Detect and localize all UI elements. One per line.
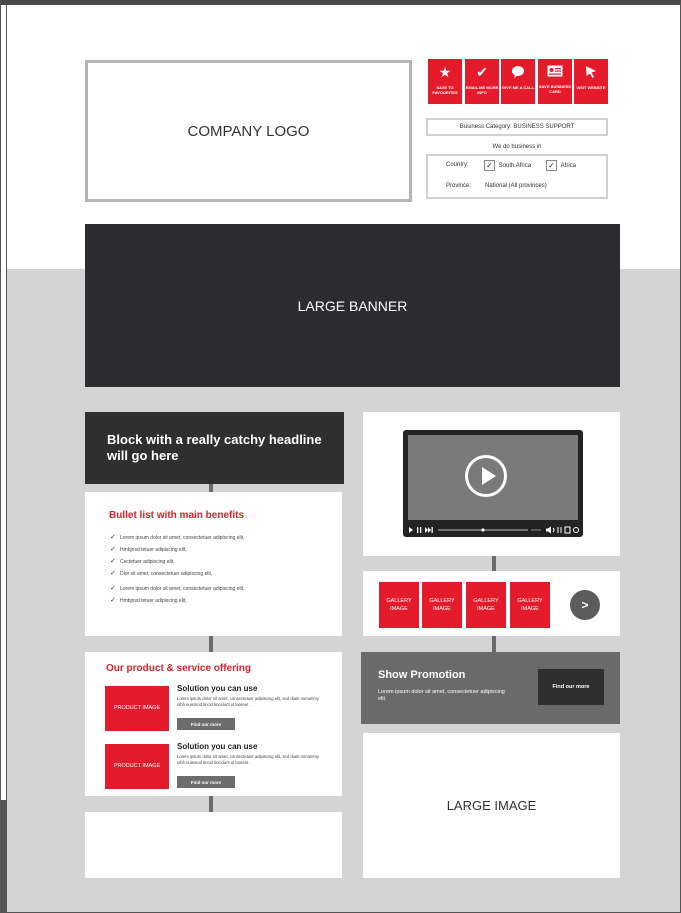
play-icon[interactable]	[465, 455, 507, 497]
give-me-a-call-button[interactable]: GIVE ME A CALL	[501, 59, 535, 104]
country-label: Country:	[446, 162, 469, 168]
email-me-more-info-button[interactable]: ✔ EMAIL ME MORE INFO	[465, 59, 499, 104]
large-banner: LARGE BANNER	[85, 224, 620, 387]
checkmark-icon: ✓	[110, 597, 116, 604]
products-title: Our product & service offering	[106, 663, 252, 674]
gallery-image[interactable]: GALLERY IMAGE	[422, 582, 462, 628]
chevron-right-icon: >	[581, 598, 589, 612]
email-me-more-info-label: EMAIL ME MORE INFO	[465, 85, 499, 95]
save-business-card-label: SAVE BUSINESS CARD	[538, 84, 572, 94]
give-me-a-call-label: GIVE ME A CALL	[501, 85, 535, 90]
checkbox-checked-icon: ✓	[484, 160, 495, 171]
cursor-icon	[574, 65, 608, 81]
save-to-favourites-label: SAVE TO FAVOURITES	[432, 85, 458, 95]
checkmark-icon: ✓	[110, 558, 116, 565]
visit-website-button[interactable]: VISIT WEBSITE	[574, 59, 608, 104]
business-category-text: Business Category: BUSINESS SUPPORT	[459, 124, 575, 130]
business-card-icon	[538, 65, 572, 81]
checkmark-icon: ✓	[110, 585, 116, 592]
promotion-title: Show Promotion	[378, 669, 466, 681]
solution-description: Lorem ipsum dolor sit amet, consectetuer…	[177, 754, 319, 765]
save-business-card-button[interactable]: SAVE BUSINESS CARD	[538, 59, 572, 104]
headline-text: Block with a really catchy headline will…	[107, 432, 322, 463]
company-logo: COMPANY LOGO	[85, 60, 412, 202]
gallery-image[interactable]: GALLERY IMAGE	[466, 582, 506, 628]
find-out-more-button[interactable]: Find our more	[177, 776, 235, 788]
solution-title: Solution you can use	[177, 684, 258, 693]
south-africa-label: South Africa	[498, 163, 532, 170]
product-image: PRODUCT IMAGE	[105, 686, 169, 731]
gallery-next-button[interactable]: >	[570, 590, 600, 620]
large-image: LARGE IMAGE	[363, 733, 620, 878]
product-image: PRODUCT IMAGE	[105, 744, 169, 789]
promotion-description: Lorem ipsum dolor sit amet, consectetuer…	[378, 689, 505, 702]
solution-description: Lorem ipsum dolor sit amet, consectetuer…	[177, 696, 319, 707]
list-item: ✓ Lorem ipsum dolor sit amet, consectetue…	[110, 534, 245, 541]
country-option-africa[interactable]: ✓ Africa	[546, 160, 576, 171]
list-item: ✓ Lorem ipsum dolor sit amet, consectetue…	[110, 585, 245, 592]
speech-bubble-icon	[501, 65, 535, 81]
save-to-favourites-button[interactable]: ★ SAVE TO FAVOURITES	[428, 59, 462, 104]
province-label: Province:	[446, 183, 472, 189]
list-item: ✓ Dlor sit amet, consectetuer adipiscing …	[110, 570, 213, 577]
business-category: Business Category: BUSINESS SUPPORT	[426, 118, 608, 136]
checkmark-icon: ✓	[110, 570, 116, 577]
large-image-label: LARGE IMAGE	[446, 798, 537, 813]
gallery-image[interactable]: GALLERY IMAGE	[379, 582, 419, 628]
left-edge	[0, 0, 7, 800]
headline-block: Block with a really catchy headline will…	[85, 412, 344, 484]
company-logo-label: COMPANY LOGO	[187, 122, 310, 140]
left-edge-dark	[0, 800, 7, 913]
video-player[interactable]	[403, 430, 583, 537]
connector	[209, 796, 213, 812]
checkbox-checked-icon: ✓	[546, 160, 557, 171]
find-out-more-button[interactable]: Find our more	[177, 718, 235, 730]
list-item: ✓ Cectetuer adipiscing elit,	[110, 558, 175, 565]
solution-title: Solution you can use	[177, 742, 258, 751]
checkmark-icon: ✓	[110, 546, 116, 553]
large-banner-label: LARGE BANNER	[297, 297, 408, 314]
checkmark-icon: ✓	[110, 534, 116, 541]
africa-label: Africa	[560, 163, 577, 170]
checkmark-icon: ✔	[476, 64, 488, 80]
connector	[492, 636, 496, 652]
country-option-south-africa[interactable]: ✓ South Africa	[484, 160, 531, 171]
list-item: ✓ Hmbjnsd tetuer adipiscing elit,	[110, 597, 187, 604]
empty-card	[85, 812, 342, 878]
visit-website-label: VISIT WEBSITE	[576, 85, 606, 90]
benefits-title: Bullet list with main benefits	[109, 510, 245, 521]
list-item: ✓ Hmbjnsd tetuer adipiscing elit,	[110, 546, 187, 553]
we-do-business-label: We do business in	[492, 144, 542, 150]
promotion-find-out-more-button[interactable]: Find our more	[538, 669, 604, 705]
star-icon: ★	[438, 64, 452, 80]
connector	[209, 636, 213, 652]
connector	[492, 556, 496, 571]
connector	[209, 484, 213, 492]
province-value: National (All provinces)	[485, 183, 547, 189]
gallery-image[interactable]: GALLERY IMAGE	[510, 582, 550, 628]
video-controls[interactable]	[403, 524, 583, 536]
business-region-box: Country: ✓ South Africa ✓ Africa Provinc…	[426, 154, 608, 199]
